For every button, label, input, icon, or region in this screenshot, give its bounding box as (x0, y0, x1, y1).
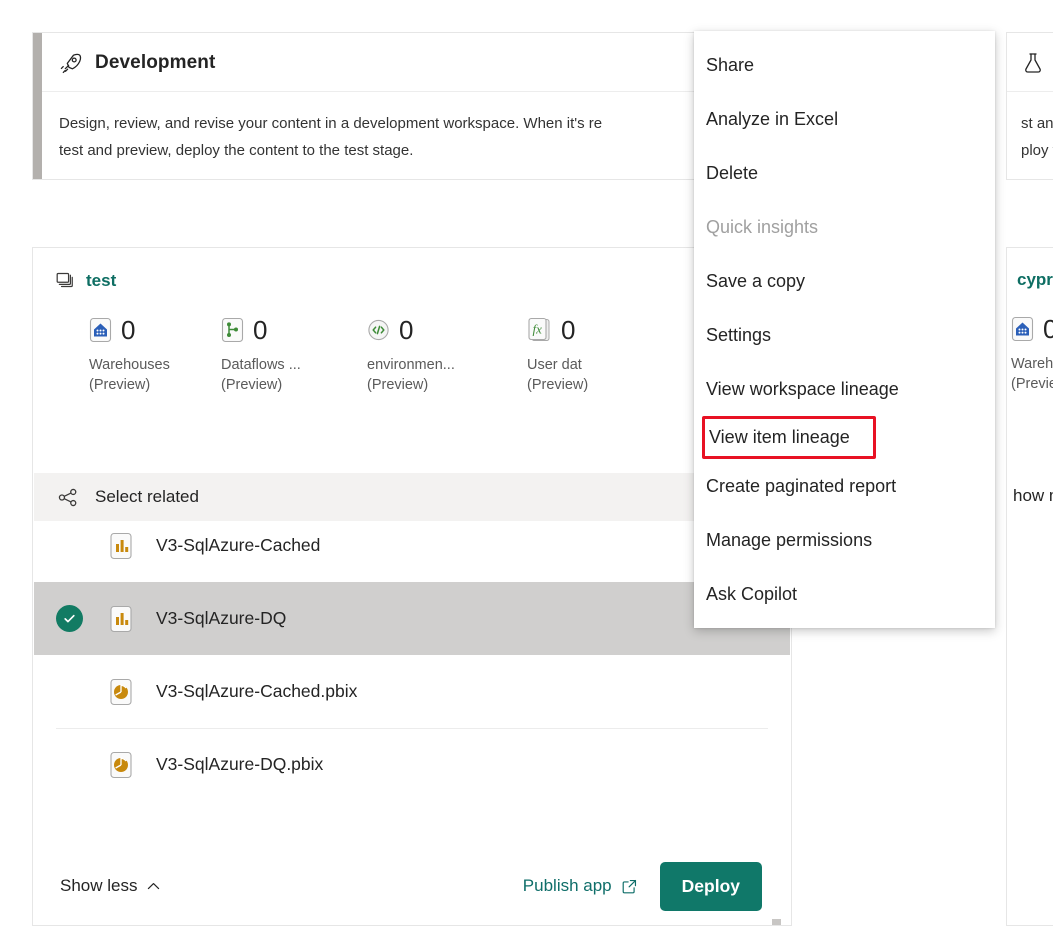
menu-item-label: View item lineage (709, 427, 850, 448)
stat-environments: 0 environmen... (Preview) (367, 317, 527, 395)
workspace-link-right[interactable]: cypres (1007, 248, 1053, 290)
stat-environments-count: 0 (399, 317, 413, 343)
menu-item-label: View workspace lineage (706, 379, 899, 400)
stage-description-test: st and v ploy the (1007, 92, 1053, 180)
warehouse-icon (89, 317, 112, 343)
stage-description-test-line1: st and v (1021, 110, 1053, 137)
stat-dataflows-label: Dataflows ... (221, 355, 367, 375)
card-footer: Show less Publish app Deploy (34, 846, 790, 926)
workspaces-icon (55, 270, 76, 291)
stat-user-data-functions: fx 0 User dat (Preview) (527, 317, 687, 395)
menu-item-ask-copilot[interactable]: Ask Copilot (694, 567, 995, 621)
menu-item-label: Delete (706, 163, 758, 184)
rocket-icon (59, 51, 83, 75)
warehouse-icon (1011, 316, 1034, 342)
menu-item-label: Settings (706, 325, 771, 346)
menu-item-view-item-lineage[interactable]: View item lineage (702, 416, 876, 459)
stage-card-test: Test st and v ploy the (1006, 32, 1053, 180)
workspace-stats-right: 0 Wareh (Previe (1007, 290, 1053, 394)
report-icon (108, 531, 134, 561)
menu-item-label: Save a copy (706, 271, 805, 292)
deployment-pipeline-screen: Development Design, review, and revise y… (0, 0, 1053, 949)
stat-warehouses-label: Warehouses (89, 355, 221, 375)
flask-icon (1021, 51, 1045, 75)
list-item[interactable]: V3-SqlAzure-Cached.pbix (34, 655, 790, 728)
stat-warehouses: 0 Warehouses (Preview) (89, 317, 221, 395)
show-less-label: Show less (60, 876, 137, 896)
stat-warehouses-right-label: Wareh (1011, 354, 1053, 374)
svg-text:fx: fx (533, 322, 543, 337)
selected-check-icon (56, 605, 83, 632)
workspace-content-card: test 0 (32, 247, 792, 926)
stage-header-test: Test (1007, 33, 1053, 92)
workspace-stats: 0 Warehouses (Preview) (33, 291, 791, 395)
workspace-name: test (86, 271, 116, 291)
open-in-new-icon (621, 878, 638, 895)
item-context-menu[interactable]: Share Analyze in Excel Delete Quick insi… (694, 31, 995, 628)
environment-icon (367, 317, 390, 343)
stat-warehouses-sub: (Preview) (89, 375, 221, 395)
menu-item-view-workspace-lineage[interactable]: View workspace lineage (694, 362, 995, 416)
menu-item-delete[interactable]: Delete (694, 146, 995, 200)
stage-description-test-line2: ploy the (1021, 137, 1053, 164)
stat-dataflows: 0 Dataflows ... (Preview) (221, 317, 367, 395)
list-divider (56, 728, 768, 729)
publish-app-label: Publish app (523, 876, 612, 896)
deploy-button[interactable]: Deploy (660, 862, 762, 911)
workspace-link[interactable]: test (33, 248, 791, 291)
stat-user-data-functions-sub: (Preview) (527, 375, 687, 395)
menu-item-analyze-in-excel[interactable]: Analyze in Excel (694, 92, 995, 146)
menu-item-label: Analyze in Excel (706, 109, 838, 130)
stat-dataflows-sub: (Preview) (221, 375, 367, 395)
menu-item-label: Manage permissions (706, 530, 872, 551)
select-related-toolbar: Select related 1 s (34, 473, 790, 521)
list-item[interactable]: V3-SqlAzure-DQ.pbix (34, 728, 790, 801)
stat-warehouses-right-sub: (Previe (1011, 374, 1053, 394)
workspace-name-right: cypres (1017, 270, 1053, 290)
menu-item-manage-permissions[interactable]: Manage permissions (694, 513, 995, 567)
stat-warehouses-right-count: 0 (1043, 316, 1053, 342)
menu-item-settings[interactable]: Settings (694, 308, 995, 362)
chevron-up-icon (145, 878, 162, 895)
stat-environments-sub: (Preview) (367, 375, 527, 395)
menu-item-label: Quick insights (706, 217, 818, 238)
stage-accent-bar (33, 33, 42, 179)
stat-warehouses-right: 0 Wareh (Previe (1011, 316, 1053, 394)
stat-dataflows-count: 0 (253, 317, 267, 343)
right-card-note: how m (1013, 486, 1053, 506)
stat-warehouses-count: 0 (121, 317, 135, 343)
list-item-name: V3-SqlAzure-DQ.pbix (156, 754, 323, 775)
dataset-icon (108, 677, 134, 707)
stage-title-development: Development (95, 52, 215, 74)
list-item-name: V3-SqlAzure-Cached.pbix (156, 681, 357, 702)
stat-user-data-functions-count: 0 (561, 317, 575, 343)
function-icon: fx (527, 317, 552, 343)
list-item[interactable]: V3-SqlAzure-Cached (34, 521, 790, 582)
workspace-content-card-right: cypres 0 (1006, 247, 1053, 926)
menu-item-label: Ask Copilot (706, 584, 797, 605)
list-item-selected[interactable]: V3-SqlAzure-DQ (34, 582, 790, 655)
report-icon (108, 604, 134, 634)
share-nodes-icon (56, 486, 79, 509)
stat-user-data-functions-label: User dat (527, 355, 687, 375)
dataflow-icon (221, 317, 244, 343)
dataset-icon (108, 750, 134, 780)
show-less-button[interactable]: Show less (60, 876, 162, 896)
menu-item-label: Share (706, 55, 754, 76)
select-related-label: Select related (95, 487, 199, 507)
related-items-list[interactable]: V3-SqlAzure-DQ V3-SqlAzure-Cached (34, 521, 790, 846)
publish-app-link[interactable]: Publish app (523, 876, 638, 896)
list-item-name: V3-SqlAzure-DQ (156, 608, 286, 629)
stat-environments-label: environmen... (367, 355, 527, 375)
menu-item-share[interactable]: Share (694, 38, 995, 92)
menu-item-label: Create paginated report (706, 476, 896, 497)
menu-item-create-paginated-report[interactable]: Create paginated report (694, 459, 995, 513)
menu-item-quick-insights: Quick insights (694, 200, 995, 254)
menu-item-save-a-copy[interactable]: Save a copy (694, 254, 995, 308)
list-item-name: V3-SqlAzure-Cached (156, 535, 320, 556)
